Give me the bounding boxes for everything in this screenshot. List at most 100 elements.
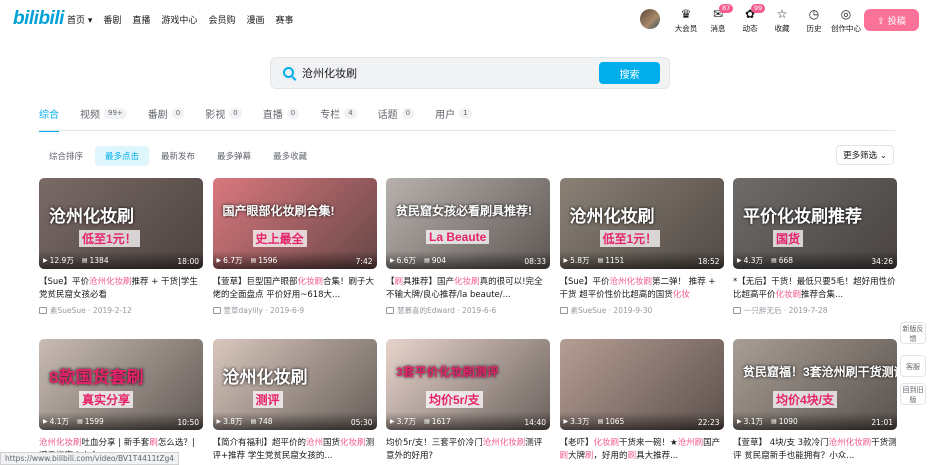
video-thumbnail[interactable]: 3套平价化妆刷测评 均价5r/支 ▶ 3.7万 ▤ 1617 14:40 [386, 339, 550, 430]
more-filter-button[interactable]: 更多筛选 ⌄ [836, 145, 894, 165]
sort-options: 综合排序 最多点击 最新发布 最多弹幕 最多收藏 [39, 146, 319, 166]
nav-item-mall[interactable]: 会员购 [208, 13, 235, 26]
video-thumbnail[interactable]: 沧州化妆刷 测评 ▶ 3.8万 ▤ 748 05:30 [212, 339, 377, 430]
tab-3[interactable]: 影视 0 [205, 104, 242, 122]
sort-option-1[interactable]: 最多点击 [95, 146, 150, 166]
bilibili-logo[interactable]: bilibili [13, 8, 64, 30]
tab-count: 99+ [104, 107, 127, 119]
play-count: 5.8万 [570, 256, 590, 265]
video-thumbnail[interactable]: 沧州化妆刷 低至1元！ ▶ 12.9万 ▤ 1384 18:00 [39, 178, 203, 269]
header-action-crown[interactable]: ♛ 大会员 [670, 7, 702, 34]
header-action-star[interactable]: ☆ 收藏 [766, 7, 798, 34]
play-count: 4.1万 [49, 417, 70, 426]
nav-item-anime[interactable]: 番剧 [103, 13, 121, 26]
thumbnail-caption: 国产眼部化妆刷合集! [222, 204, 335, 218]
uploader-name[interactable]: 素SueSue [571, 306, 607, 315]
danmaku-count: 1596 [258, 256, 278, 265]
video-title[interactable]: 【简介有福利】超平价的沧州国货化妆刷测评+推荐 学生党贫民窟女孩的... [213, 437, 377, 463]
header-action-history[interactable]: ◷ 历史 [798, 7, 830, 34]
customer-service-button[interactable]: 客服 [900, 355, 926, 377]
video-thumbnail[interactable]: ▶ 3.3万 ▤ 1065 22:23 [559, 339, 724, 430]
nav-item-home[interactable]: 首页 ▾ [67, 13, 92, 26]
title-segment: 【Sue】平价 [39, 277, 90, 287]
tab-6[interactable]: 话题 0 [377, 104, 415, 122]
thumbnail-caption: 平价化妆刷推荐 [743, 207, 862, 226]
nav-item-esports[interactable]: 赛事 [275, 13, 293, 26]
uploader-name[interactable]: 素SueSue [50, 306, 86, 315]
uploader-icon [559, 307, 568, 314]
header-action-label: 历史 [806, 24, 822, 33]
sort-option-3[interactable]: 最多弹幕 [207, 146, 261, 166]
top-nav-bar: bilibili 首页 ▾ 番剧 直播 游戏中心 会员购 漫画 赛事 ♛ 大会员 ✉… [0, 0, 939, 40]
star-icon: ☆ [776, 7, 788, 21]
tab-label: 话题 [377, 109, 398, 121]
video-duration: 34:26 [871, 257, 893, 266]
play-count: 4.3万 [743, 256, 764, 265]
danmaku-count: 904 [431, 256, 447, 265]
video-duration: 05:30 [350, 418, 373, 427]
tab-7[interactable]: 用户 1 [435, 104, 472, 122]
video-thumbnail[interactable]: 国产眼部化妆刷合集! 史上最全 ▶ 6.7万 ▤ 1596 7:42 [212, 178, 377, 269]
video-stats: ▶ 12.9万 ▤ 1384 [43, 255, 109, 266]
nav-item-game-center[interactable]: 游戏中心 [161, 13, 197, 26]
uploader-name[interactable]: 萱草daylily [224, 306, 264, 315]
tab-count: 0 [229, 107, 242, 119]
danmaku-icon: ▤ [771, 257, 777, 264]
tab-4[interactable]: 直播 0 [263, 104, 300, 122]
upload-button[interactable]: ⇪ 投稿 [864, 9, 919, 31]
tab-2[interactable]: 番剧 0 [148, 104, 185, 122]
uploader-icon [39, 307, 47, 314]
video-thumbnail[interactable]: 沧州化妆刷 低至1元！ ▶ 5.8万 ▤ 1151 18:52 [559, 178, 724, 269]
sort-option-2[interactable]: 最新发布 [151, 146, 205, 166]
feedback-button[interactable]: 新版反馈 [900, 322, 926, 344]
tab-label: 用户 [435, 109, 456, 121]
title-segment: 刷 [585, 451, 594, 461]
video-title[interactable]: 【刷具推荐】国产化妆刷真的很可以!完全不输大牌/良心推荐/la beaute/.… [386, 276, 550, 302]
video-title[interactable]: 均价5r/支！三套平价冷门沧州化妆刷测评 意外的好用? [386, 437, 550, 463]
nav-item-live[interactable]: 直播 [132, 13, 150, 26]
danmaku-count: 1384 [89, 256, 109, 265]
title-segment: 刷 [559, 451, 569, 461]
video-title[interactable]: 【Sue】平价沧州化妆刷第二弹！ 推荐 + 干货 超平价性价比超高的国货化妆 [560, 276, 724, 302]
title-segment: 【萱草】 4块/支 3款冷门 [733, 438, 829, 448]
search-input[interactable] [302, 66, 552, 79]
title-segment: 干货来一碗！★ [619, 438, 678, 448]
video-duration: 22:23 [697, 418, 720, 427]
sort-option-0[interactable]: 综合排序 [39, 146, 93, 166]
old-version-button[interactable]: 回到旧版 [900, 383, 926, 405]
video-title[interactable]: 【Sue】平价沧州化妆刷推荐 + 干货|学生党贫民窟女孩必看 [39, 276, 203, 302]
video-thumbnail[interactable]: 贫民窟福！3套沧州刷干货测评 均价4块/支 ▶ 3.1万 ▤ 1090 21:01 [733, 339, 897, 430]
video-title[interactable]: 【萱草】 4块/支 3款冷门沧州化妆刷干货测评 贫民窟新手也能拥有？小众... [733, 437, 897, 463]
video-title[interactable]: 【萱草】巨型国产眼部化妆刷合集！刷子大佬的全面盘点 平价好用~618大... [213, 276, 377, 302]
header-action-bulb[interactable]: ◎ 创作中心 [830, 7, 862, 34]
play-count: 12.9万 [49, 256, 74, 265]
video-thumbnail[interactable]: 8款国货套刷 真实分享 ▶ 4.1万 ▤ 1599 10:50 [39, 339, 203, 430]
tab-0[interactable]: 综合 [39, 104, 59, 132]
nav-item-manga[interactable]: 漫画 [246, 13, 264, 26]
video-thumbnail[interactable]: 贫民窟女孩必看刷具推荐! La Beaute ▶ 6.6万 ▤ 904 08:33 [386, 178, 550, 269]
user-avatar[interactable] [640, 9, 660, 29]
video-title[interactable]: *【无后】干货！最低只要5毛！超好用性价比超高平价化妆刷推荐合集... [733, 276, 897, 302]
title-segment: 沧州化妆刷 [89, 277, 132, 287]
upload-date: 2019-2-12 [92, 306, 132, 315]
play-count: 3.7万 [396, 417, 417, 426]
tab-5[interactable]: 专栏 4 [320, 104, 357, 122]
sort-option-4[interactable]: 最多收藏 [263, 146, 317, 166]
title-segment: 刷 [627, 451, 637, 461]
video-thumbnail[interactable]: 平价化妆刷推荐 国货 ▶ 4.3万 ▤ 668 34:26 [733, 178, 897, 269]
uploader-name[interactable]: 一只胖无后 [744, 306, 782, 315]
header-action-label: 创作中心 [831, 24, 861, 33]
thumbnail-subcaption: 真实分享 [79, 391, 134, 408]
video-title[interactable]: 【老吓】化妆刷干货来一碗！★沧州刷国产刷大牌刷，好用的刷具大推荐... [560, 437, 724, 463]
tab-1[interactable]: 视频 99+ [80, 104, 127, 122]
search-button[interactable]: 搜索 [599, 62, 660, 84]
uploader-name[interactable]: 慧慕喜的Edward [397, 306, 455, 315]
history-icon: ◷ [808, 7, 820, 21]
play-count-icon: ▶ [43, 418, 48, 425]
header-action-wind[interactable]: ✿ 99 动态 [734, 4, 766, 34]
title-segment: 沧州化妆刷 [609, 277, 653, 287]
header-action-message[interactable]: ✉ 87 消息 [702, 4, 734, 34]
play-count: 3.3万 [570, 417, 590, 426]
tab-label: 专栏 [320, 109, 341, 121]
title-segment: 化妆刷 [454, 277, 480, 287]
